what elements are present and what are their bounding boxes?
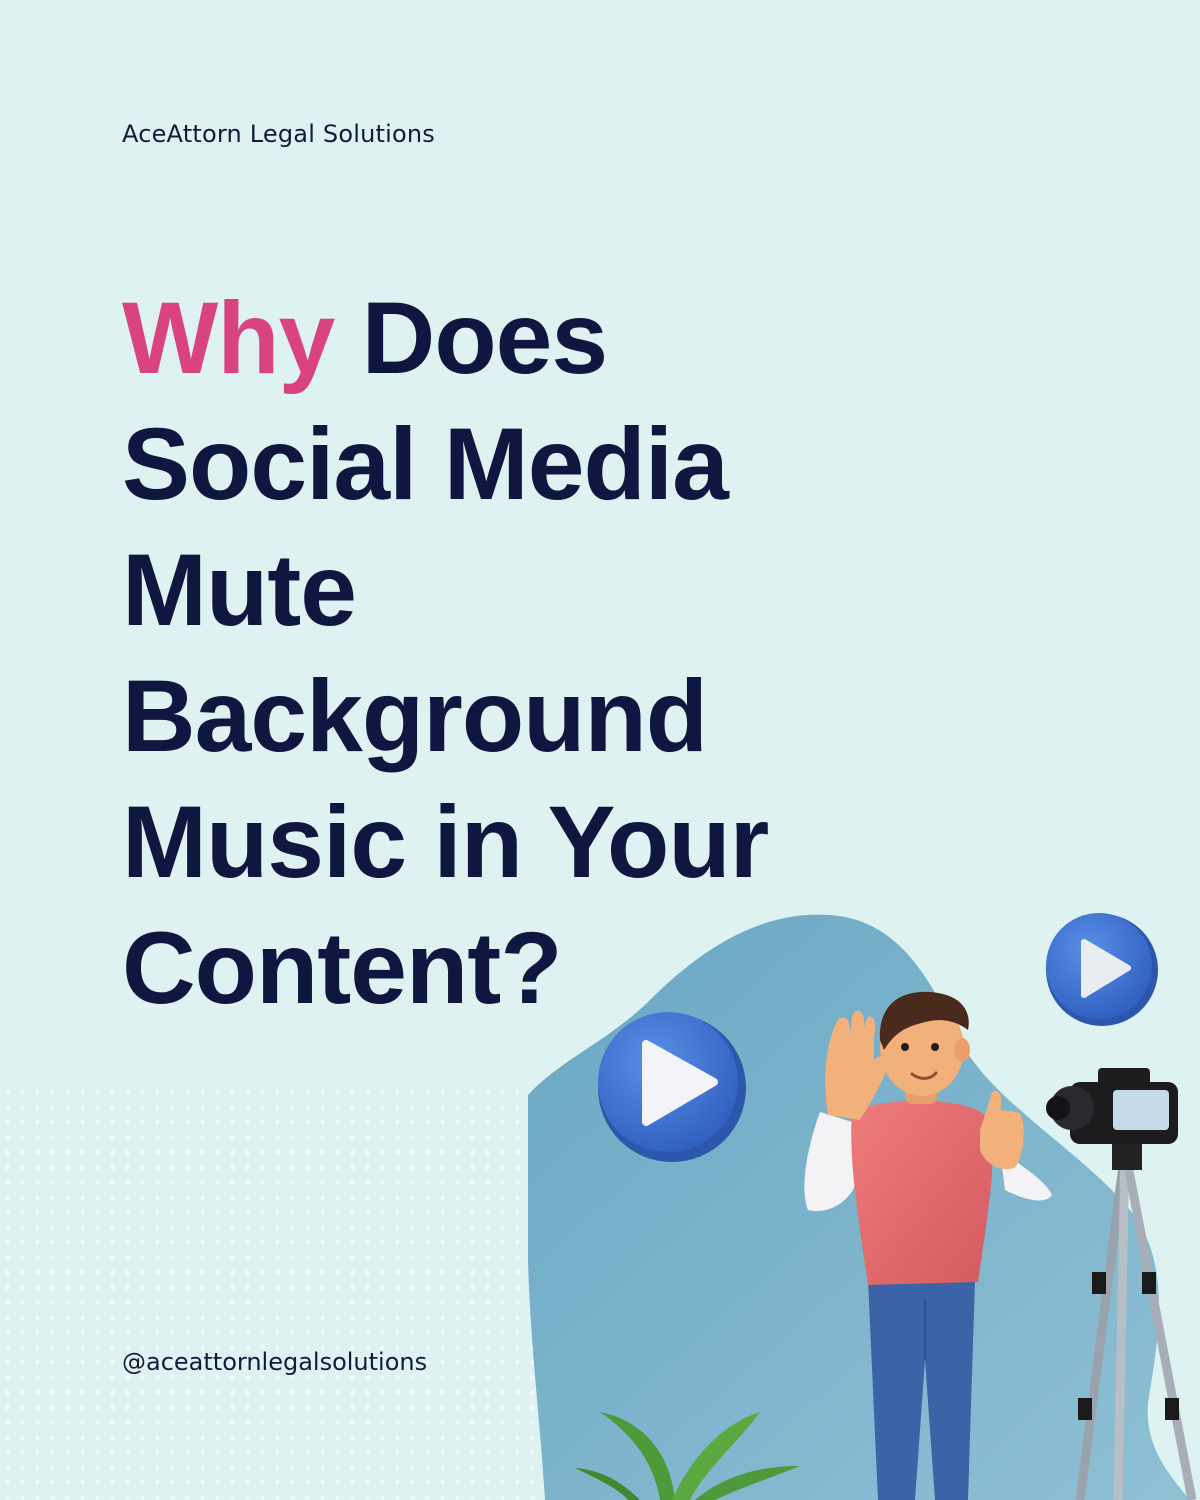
creator-illustration <box>528 913 1197 1500</box>
social-handle: @aceattornlegalsolutions <box>122 1348 428 1376</box>
play-button-icon-small <box>1046 913 1158 1026</box>
